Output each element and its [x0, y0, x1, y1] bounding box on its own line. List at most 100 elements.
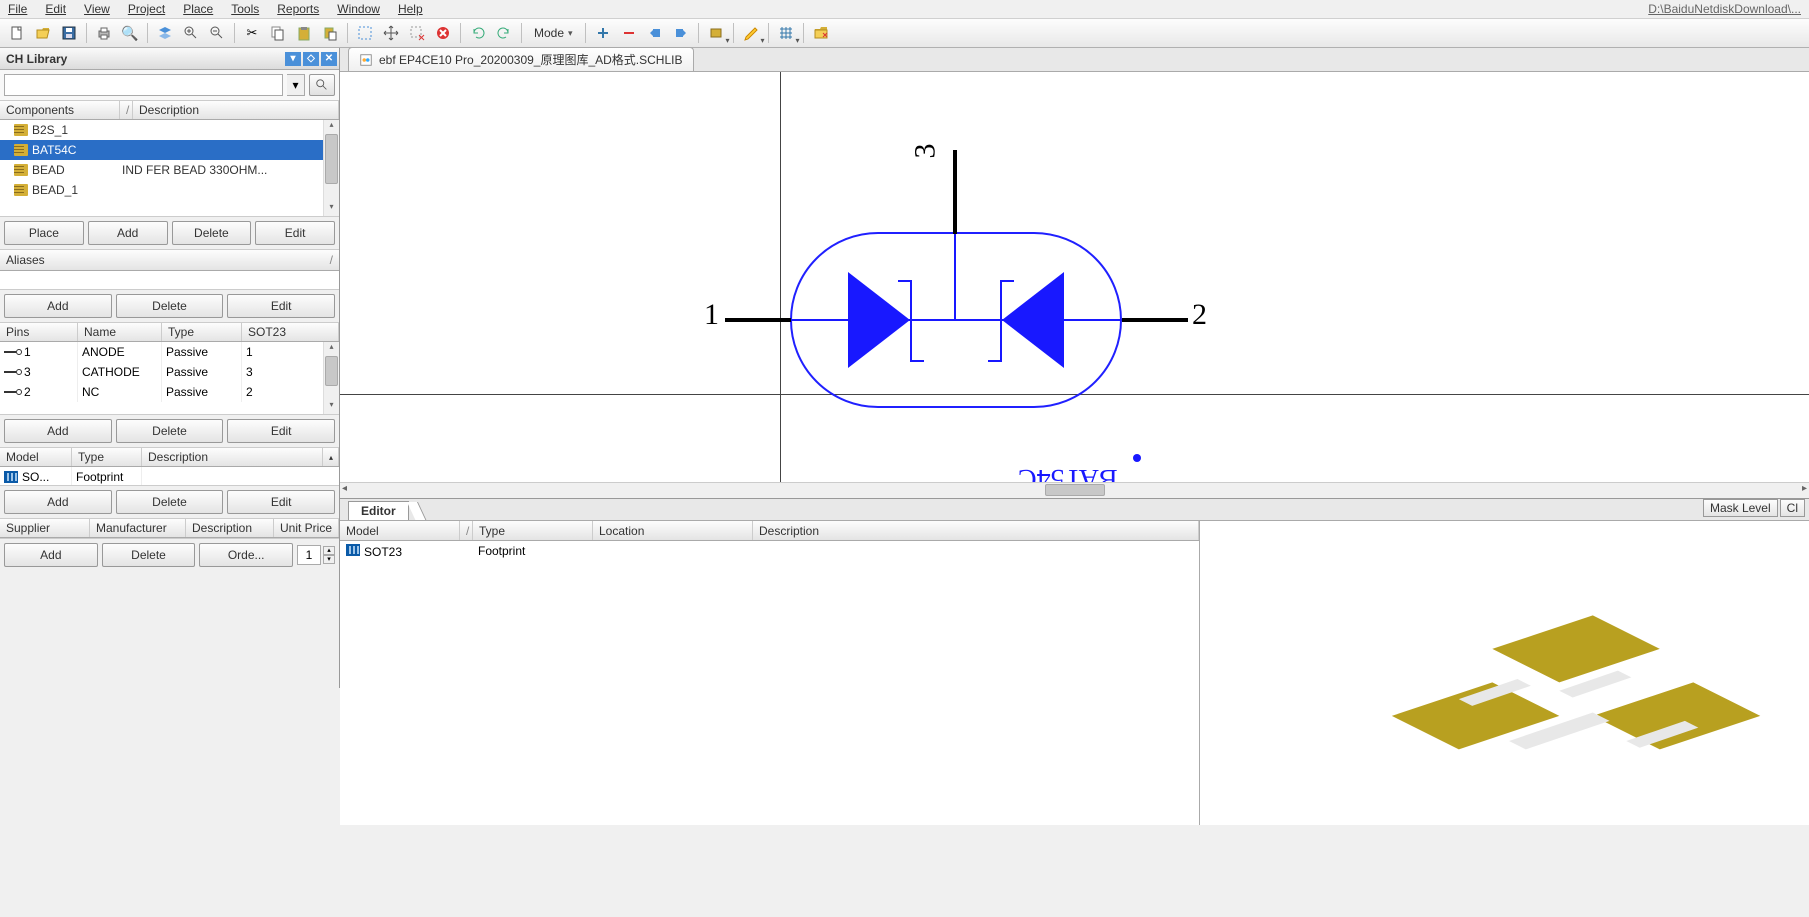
- search-input[interactable]: [4, 74, 283, 96]
- editor-tabs: Editor Mask Level Cl: [340, 499, 1809, 521]
- new-button[interactable]: [5, 21, 29, 45]
- edit-button[interactable]: Edit: [227, 294, 335, 318]
- scrollbar[interactable]: [323, 120, 339, 216]
- editor-tab[interactable]: Editor: [348, 501, 409, 520]
- quantity-input[interactable]: [297, 545, 321, 565]
- add-button[interactable]: Add: [4, 294, 112, 318]
- print-button[interactable]: [92, 21, 116, 45]
- add-button[interactable]: Add: [4, 543, 98, 567]
- zoom-in-icon[interactable]: [179, 21, 203, 45]
- menu-tools[interactable]: Tools: [231, 2, 259, 16]
- save-button[interactable]: [57, 21, 81, 45]
- panel-undock-icon[interactable]: ◇: [303, 52, 319, 66]
- clear-icon[interactable]: [431, 21, 455, 45]
- list-item[interactable]: BEAD_1: [0, 180, 339, 200]
- move-icon[interactable]: [379, 21, 403, 45]
- order-button[interactable]: Orde...: [199, 543, 293, 567]
- clear-button[interactable]: Cl: [1780, 499, 1805, 517]
- pin-3-wire[interactable]: [953, 150, 957, 234]
- aliases-header[interactable]: Aliases/: [0, 249, 339, 271]
- delete-button[interactable]: Delete: [116, 294, 224, 318]
- models-list[interactable]: SO... Footprint: [0, 467, 339, 485]
- preview-icon[interactable]: 🔍: [118, 21, 142, 45]
- place-button[interactable]: Place: [4, 221, 84, 245]
- table-row[interactable]: 3 CATHODE Passive 3: [0, 362, 339, 382]
- next-icon[interactable]: [669, 21, 693, 45]
- table-row[interactable]: SOT23 Footprint: [340, 541, 1199, 561]
- menu-reports[interactable]: Reports: [277, 2, 319, 16]
- zoom-out-icon[interactable]: [205, 21, 229, 45]
- search-row: ▾: [0, 70, 339, 100]
- supplier-header: Supplier Manufacturer Description Unit P…: [0, 518, 339, 538]
- panel-dropdown-icon[interactable]: ▾: [285, 52, 301, 66]
- grid-icon[interactable]: [774, 21, 798, 45]
- delete-button[interactable]: Delete: [116, 490, 224, 514]
- file-tab[interactable]: ebf EP4CE10 Pro_20200309_原理图库_AD格式.SCHLI…: [348, 47, 694, 71]
- scrollbar[interactable]: [323, 342, 339, 414]
- horizontal-scrollbar[interactable]: [340, 482, 1809, 498]
- delete-button[interactable]: Delete: [116, 419, 224, 443]
- component-symbol[interactable]: 1 2 3 BAT54C: [720, 102, 1540, 482]
- paste-special-icon[interactable]: [318, 21, 342, 45]
- menu-edit[interactable]: Edit: [45, 2, 66, 16]
- list-item[interactable]: BAT54C: [0, 140, 339, 160]
- list-item[interactable]: B2S_1: [0, 120, 339, 140]
- mask-level-button[interactable]: Mask Level: [1703, 499, 1778, 517]
- search-dropdown-icon[interactable]: ▾: [287, 74, 305, 96]
- table-row[interactable]: 1 ANODE Passive 1: [0, 342, 339, 362]
- pin-2-wire[interactable]: [1122, 318, 1188, 322]
- step-up-icon[interactable]: ▴: [323, 546, 335, 555]
- step-down-icon[interactable]: ▾: [323, 555, 335, 564]
- components-list[interactable]: B2S_1 BAT54C BEADIND FER BEAD 330OHM... …: [0, 120, 339, 216]
- add-button[interactable]: Add: [4, 419, 112, 443]
- menu-place[interactable]: Place: [183, 2, 213, 16]
- open-button[interactable]: [31, 21, 55, 45]
- menu-window[interactable]: Window: [337, 2, 380, 16]
- pin-1-wire[interactable]: [725, 318, 791, 322]
- plus-icon[interactable]: [591, 21, 615, 45]
- edit-button[interactable]: Edit: [227, 419, 335, 443]
- add-button[interactable]: Add: [4, 490, 112, 514]
- deselect-icon[interactable]: [405, 21, 429, 45]
- quantity-stepper[interactable]: ▴▾: [297, 543, 335, 567]
- path-text: D:\BaiduNetdiskDownload\...: [1648, 2, 1801, 16]
- schematic-canvas[interactable]: 1 2 3 BAT54C: [340, 72, 1809, 482]
- menu-view[interactable]: View: [84, 2, 110, 16]
- pins-button-row: Add Delete Edit: [0, 414, 339, 447]
- place-part-icon[interactable]: [704, 21, 728, 45]
- layers-icon[interactable]: [153, 21, 177, 45]
- folder-cross-icon[interactable]: [809, 21, 833, 45]
- list-item[interactable]: BEADIND FER BEAD 330OHM...: [0, 160, 339, 180]
- model-list[interactable]: Model / Type Location Description SOT23 …: [340, 521, 1200, 825]
- footprint-preview-3d[interactable]: [1200, 521, 1809, 825]
- pin-icon: [4, 388, 22, 396]
- copy-icon[interactable]: [266, 21, 290, 45]
- edit-button[interactable]: Edit: [255, 221, 335, 245]
- up-icon[interactable]: ▴: [329, 453, 333, 462]
- panel-close-icon[interactable]: ✕: [321, 52, 337, 66]
- paste-icon[interactable]: [292, 21, 316, 45]
- table-row[interactable]: SO... Footprint: [0, 467, 339, 485]
- select-icon[interactable]: [353, 21, 377, 45]
- panel-title: CH Library ▾ ◇ ✕: [0, 48, 339, 70]
- search-button[interactable]: [309, 74, 335, 96]
- aliases-list[interactable]: [0, 271, 339, 289]
- pins-list[interactable]: 1 ANODE Passive 1 3 CATHODE Passive 3 2 …: [0, 342, 339, 414]
- annotate-icon[interactable]: [739, 21, 763, 45]
- minus-icon[interactable]: [617, 21, 641, 45]
- delete-button[interactable]: Delete: [172, 221, 252, 245]
- add-button[interactable]: Add: [88, 221, 168, 245]
- redo-icon[interactable]: [492, 21, 516, 45]
- undo-icon[interactable]: [466, 21, 490, 45]
- table-row[interactable]: 2 NC Passive 2: [0, 382, 339, 402]
- delete-button[interactable]: Delete: [102, 543, 196, 567]
- menu-file[interactable]: File: [8, 2, 27, 16]
- prev-icon[interactable]: [643, 21, 667, 45]
- edit-button[interactable]: Edit: [227, 490, 335, 514]
- menu-help[interactable]: Help: [398, 2, 423, 16]
- menu-project[interactable]: Project: [128, 2, 165, 16]
- cut-icon[interactable]: ✂: [240, 21, 264, 45]
- mode-dropdown[interactable]: Mode: [526, 26, 581, 40]
- origin-dot: [1133, 454, 1141, 462]
- component-name-text[interactable]: BAT54C: [1018, 462, 1118, 482]
